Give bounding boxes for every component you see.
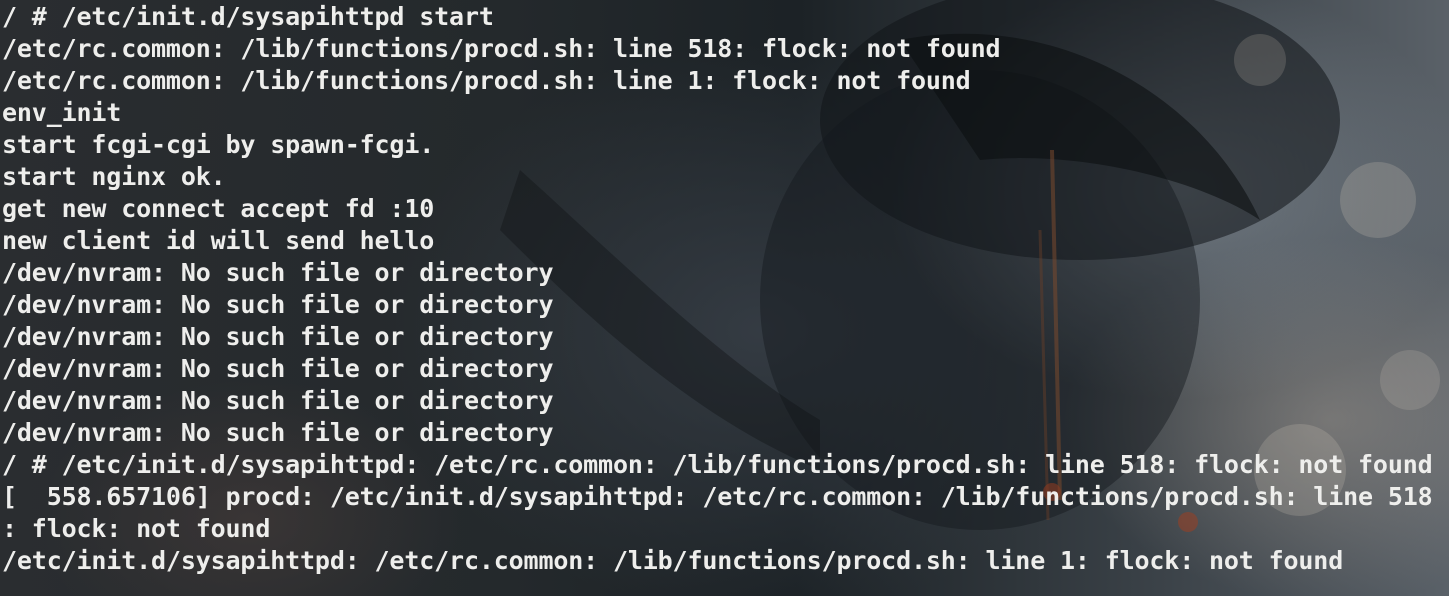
terminal-line: /dev/nvram: No such file or directory — [2, 322, 554, 351]
terminal-line: : flock: not found — [2, 514, 271, 543]
terminal-line: / # /etc/init.d/sysapihttpd start — [2, 2, 494, 31]
terminal-line: / # /etc/init.d/sysapihttpd: /etc/rc.com… — [2, 450, 1433, 479]
terminal-line: [ 558.657106] procd: /etc/init.d/sysapih… — [2, 482, 1433, 511]
terminal-window[interactable]: / # /etc/init.d/sysapihttpd start/etc/rc… — [0, 0, 1449, 596]
terminal-line: env_init — [2, 98, 122, 127]
terminal-line: start fcgi-cgi by spawn-fcgi. — [2, 130, 435, 159]
terminal-line: get new connect accept fd :10 — [2, 194, 435, 223]
terminal-line: new client id will send hello — [2, 226, 435, 255]
terminal-line: /etc/rc.common: /lib/functions/procd.sh:… — [2, 66, 971, 95]
terminal-line: /etc/rc.common: /lib/functions/procd.sh:… — [2, 34, 1001, 63]
terminal-output[interactable]: / # /etc/init.d/sysapihttpd start/etc/rc… — [2, 1, 1447, 577]
terminal-line: /dev/nvram: No such file or directory — [2, 386, 554, 415]
terminal-line: /dev/nvram: No such file or directory — [2, 290, 554, 319]
terminal-line: /etc/init.d/sysapihttpd: /etc/rc.common:… — [2, 546, 1344, 575]
terminal-line: /dev/nvram: No such file or directory — [2, 418, 554, 447]
terminal-line: start nginx ok. — [2, 162, 226, 191]
terminal-line: /dev/nvram: No such file or directory — [2, 354, 554, 383]
terminal-line: /dev/nvram: No such file or directory — [2, 258, 554, 287]
